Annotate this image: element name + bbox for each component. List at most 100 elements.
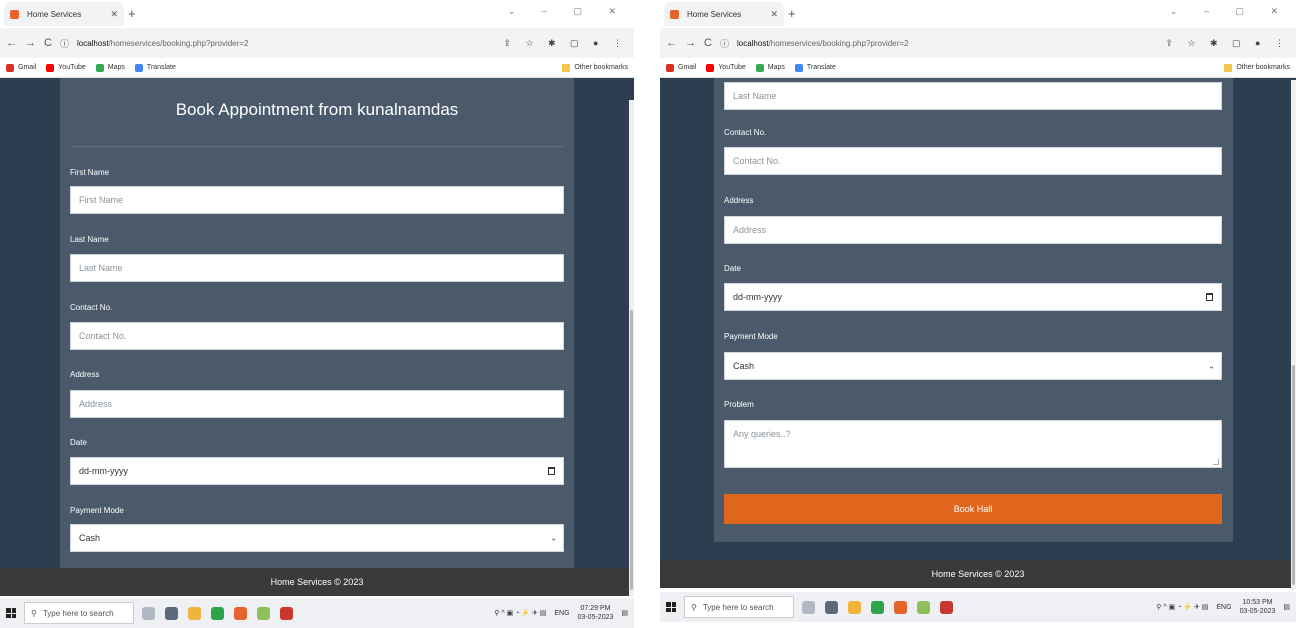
youtube-icon [46, 63, 55, 72]
taskbar-apps [142, 606, 303, 620]
scrollbar-thumb[interactable] [630, 310, 633, 590]
clock[interactable]: 10:53 PM 03-05-2023 [1240, 598, 1276, 616]
calendar-icon[interactable] [1206, 293, 1213, 301]
maps-icon [755, 63, 764, 72]
app-icon[interactable] [280, 606, 293, 620]
left-screenshot: Home Services ✕ + ⌄ – ▢ ✕ ← → C ⓘ localh… [0, 0, 634, 628]
url-path: /homeservices/booking.php?provider=2 [768, 38, 909, 48]
scrollbar[interactable] [629, 100, 634, 596]
back-icon[interactable]: ← [6, 37, 17, 49]
back-icon[interactable]: ← [666, 37, 677, 49]
bookmark-translate[interactable]: Translate [794, 63, 836, 72]
chrome-icon[interactable] [871, 600, 884, 614]
new-tab-icon[interactable]: + [788, 6, 796, 21]
file-explorer-icon[interactable] [848, 600, 861, 614]
contact-input[interactable]: Contact No. [724, 147, 1222, 175]
paint-icon[interactable] [917, 600, 930, 614]
forward-icon[interactable]: → [25, 37, 36, 49]
reload-icon[interactable]: C [704, 37, 712, 49]
page-body: Last Name Contact No. Contact No. Addres… [660, 78, 1296, 560]
toolbar-icons[interactable]: ⇪ ☆ ✱ ▢ ● ⋮ [503, 38, 628, 49]
scrollbar[interactable] [1291, 80, 1296, 590]
search-icon: ⚲ [31, 608, 37, 618]
date-label: Date [70, 438, 87, 447]
bookmark-gmail[interactable]: Gmail [666, 63, 696, 72]
calendar-icon[interactable] [548, 467, 555, 475]
address-input[interactable]: Address [70, 390, 564, 418]
resize-handle-icon[interactable] [1213, 459, 1219, 465]
date-input[interactable]: dd-mm-yyyy [724, 283, 1222, 311]
bookmark-gmail[interactable]: Gmail [6, 63, 36, 72]
new-tab-icon[interactable]: + [128, 6, 136, 21]
date-value: dd-mm-yyyy [79, 466, 128, 476]
close-tab-icon[interactable]: ✕ [770, 9, 778, 20]
first-name-input[interactable]: First Name [70, 186, 564, 214]
tab-title: Home Services [687, 9, 742, 19]
window-controls-icon[interactable]: ⌄ – ▢ ✕ [508, 6, 628, 17]
window-controls-icon[interactable]: ⌄ – ▢ ✕ [1170, 6, 1290, 17]
chrome-icon[interactable] [211, 606, 224, 620]
book-hall-button[interactable]: Book Hall [724, 494, 1222, 524]
scrollbar-thumb[interactable] [1292, 365, 1295, 585]
reload-icon[interactable]: C [44, 37, 52, 49]
booking-card: Book Appointment from kunalnamdas First … [60, 78, 574, 568]
browser-tab[interactable]: Home Services ✕ [664, 2, 784, 26]
address-label: Address [70, 370, 100, 379]
problem-placeholder: Any queries..? [733, 429, 791, 439]
url-field[interactable]: ⓘ localhost/homeservices/booking.php?pro… [60, 37, 248, 50]
notification-icon[interactable]: ▤ [1283, 603, 1290, 611]
language-indicator[interactable]: ENG [1216, 604, 1231, 611]
payment-mode-select[interactable]: Cash ⌄ [70, 524, 564, 552]
task-view-icon[interactable] [825, 600, 838, 614]
search-icon: ⚲ [691, 602, 697, 612]
tray-icons[interactable]: ⚲ ^ ▣ ◔ ⚡ ✈ ▤ [1156, 603, 1208, 611]
paint-icon[interactable] [257, 606, 270, 620]
other-bookmarks[interactable]: Other bookmarks [1224, 63, 1290, 72]
notification-icon[interactable]: ▤ [621, 609, 628, 617]
xampp-icon[interactable] [894, 600, 907, 614]
taskbar: ⚲ Type here to search ⚲ ^ ▣ ◔ ⚡ ✈ ▤ ENG 0… [0, 598, 634, 628]
tray-icons[interactable]: ⚲ ^ ▣ ◔ ⚡ ✈ ▤ [494, 609, 546, 617]
url-field[interactable]: ⓘ localhost/homeservices/booking.php?pro… [720, 37, 908, 50]
bookmark-translate[interactable]: Translate [134, 63, 176, 72]
last-name-label: Last Name [70, 235, 109, 244]
other-bookmarks[interactable]: Other bookmarks [562, 63, 628, 72]
windows-start-icon[interactable] [666, 602, 676, 612]
cortana-icon[interactable] [142, 606, 155, 620]
bookmarks-bar: Gmail YouTube Maps Translate Other bookm… [0, 58, 634, 78]
translate-icon [794, 63, 803, 72]
date-input[interactable]: dd-mm-yyyy [70, 457, 564, 485]
toolbar-icons[interactable]: ⇪ ☆ ✱ ▢ ● ⋮ [1165, 38, 1290, 49]
bookmark-maps[interactable]: Maps [755, 63, 785, 72]
language-indicator[interactable]: ENG [554, 610, 569, 617]
address-input[interactable]: Address [724, 216, 1222, 244]
last-name-input[interactable]: Last Name [70, 254, 564, 282]
task-view-icon[interactable] [165, 606, 178, 620]
gmail-icon [6, 63, 14, 72]
taskbar-search[interactable]: ⚲ Type here to search [24, 602, 134, 624]
address-label: Address [724, 196, 754, 205]
bookmark-youtube[interactable]: YouTube [706, 63, 746, 72]
contact-input[interactable]: Contact No. [70, 322, 564, 350]
forward-icon[interactable]: → [685, 37, 696, 49]
payment-mode-select[interactable]: Cash ⌄ [724, 352, 1222, 380]
url-path: /homeservices/booking.php?provider=2 [108, 38, 249, 48]
taskbar-search[interactable]: ⚲ Type here to search [684, 596, 794, 618]
last-name-input[interactable]: Last Name [724, 82, 1222, 110]
date-label: Date [724, 264, 741, 273]
address-bar: ← → C ⓘ localhost/homeservices/booking.p… [0, 28, 634, 58]
windows-start-icon[interactable] [6, 608, 16, 618]
folder-icon [562, 63, 571, 72]
xampp-icon[interactable] [234, 606, 247, 620]
cortana-icon[interactable] [802, 600, 815, 614]
bookmark-maps[interactable]: Maps [95, 63, 125, 72]
clock[interactable]: 07:29 PM 03-05-2023 [578, 604, 614, 622]
problem-textarea[interactable]: Any queries..? [724, 420, 1222, 468]
browser-tab[interactable]: Home Services ✕ [4, 2, 124, 26]
file-explorer-icon[interactable] [188, 606, 201, 620]
close-tab-icon[interactable]: ✕ [110, 9, 118, 20]
app-icon[interactable] [940, 600, 953, 614]
page-footer: Home Services © 2023 [660, 560, 1296, 588]
chevron-down-icon: ⌄ [550, 533, 557, 543]
bookmark-youtube[interactable]: YouTube [46, 63, 86, 72]
